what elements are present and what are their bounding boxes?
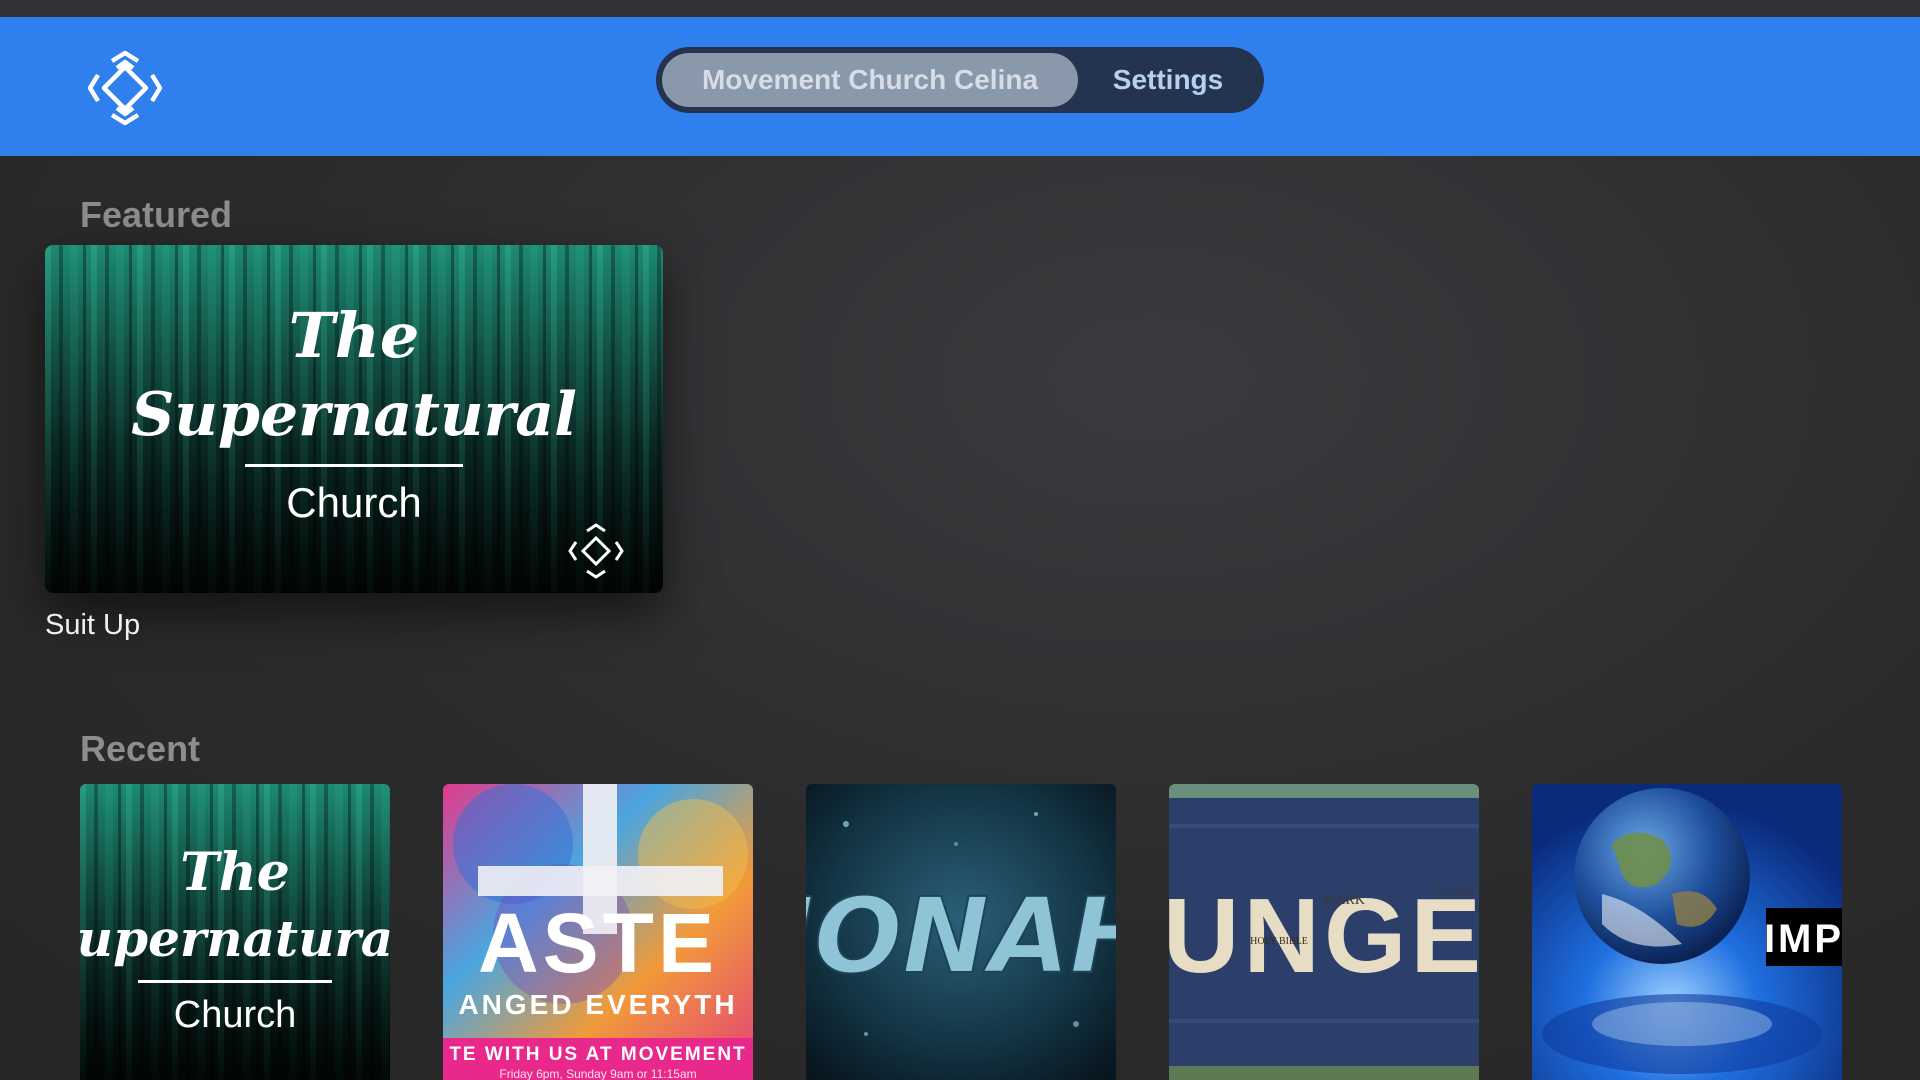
recent-tile-4-line2: MARK <box>1323 893 1365 908</box>
recent-tile-4-line3: Proverbs <box>1434 885 1473 897</box>
recent-tile-jonah[interactable]: JONAH <box>806 784 1116 1080</box>
featured-section-title: Featured <box>80 194 233 235</box>
recent-tile-1-line1: The <box>180 842 290 903</box>
recent-tile-4-line4: HOLY BIBLE <box>1250 936 1308 947</box>
recent-section-title: Recent <box>80 728 201 769</box>
tab-movement-church-celina[interactable]: Movement Church Celina <box>662 53 1078 107</box>
featured-artwork: The Supernatural Church <box>45 245 663 593</box>
recent-tile-unge[interactable]: UNGE MARK Proverbs HOLY BIBLE <box>1169 784 1479 1080</box>
recent-tile-5-line1: IMP <box>1764 917 1842 961</box>
recent-tile-3-artwork: JONAH <box>806 784 1116 1080</box>
recent-tile-2-line1: ASTE <box>478 896 718 990</box>
movement-logo-icon[interactable] <box>86 49 164 127</box>
recent-tile-5-artwork: IMP <box>1532 784 1842 1080</box>
recent-tile-2-artwork: ASTE ANGED EVERYTH TE WITH US AT MOVEMEN… <box>443 784 753 1080</box>
recent-tile-3-line1: JONAH <box>806 875 1116 997</box>
tab-settings[interactable]: Settings <box>1078 53 1258 107</box>
recent-tile-impact[interactable]: IMP <box>1532 784 1842 1080</box>
recent-tile-1-line2: upernatura <box>80 909 390 968</box>
recent-tile-2-line2: ANGED EVERYTH <box>458 989 737 1020</box>
recent-tile-easter[interactable]: ASTE ANGED EVERYTH TE WITH US AT MOVEMEN… <box>443 784 753 1080</box>
featured-caption: Suit Up <box>45 609 141 641</box>
featured-art-line3: Church <box>286 479 421 526</box>
recent-tile-2-line3: TE WITH US AT MOVEMENT <box>449 1044 746 1065</box>
featured-art-line1: The <box>289 299 420 372</box>
featured-art-line2: Supernatural <box>131 380 577 450</box>
top-nav-bar: Movement Church Celina Settings <box>0 17 1920 156</box>
featured-card-suit-up[interactable]: The Supernatural Church <box>45 245 663 593</box>
recent-tile-2-line4: Friday 6pm, Sunday 9am or 11:15am <box>499 1067 696 1080</box>
recent-tile-1-artwork: The upernatura Church <box>80 784 390 1080</box>
status-bar <box>0 0 1920 17</box>
recent-tile-supernatural[interactable]: The upernatura Church <box>80 784 390 1080</box>
recent-tile-4-artwork: UNGE MARK Proverbs HOLY BIBLE <box>1169 784 1479 1080</box>
recent-tile-1-line3: Church <box>174 994 297 1036</box>
nav-tab-bar: Movement Church Celina Settings <box>656 47 1264 113</box>
